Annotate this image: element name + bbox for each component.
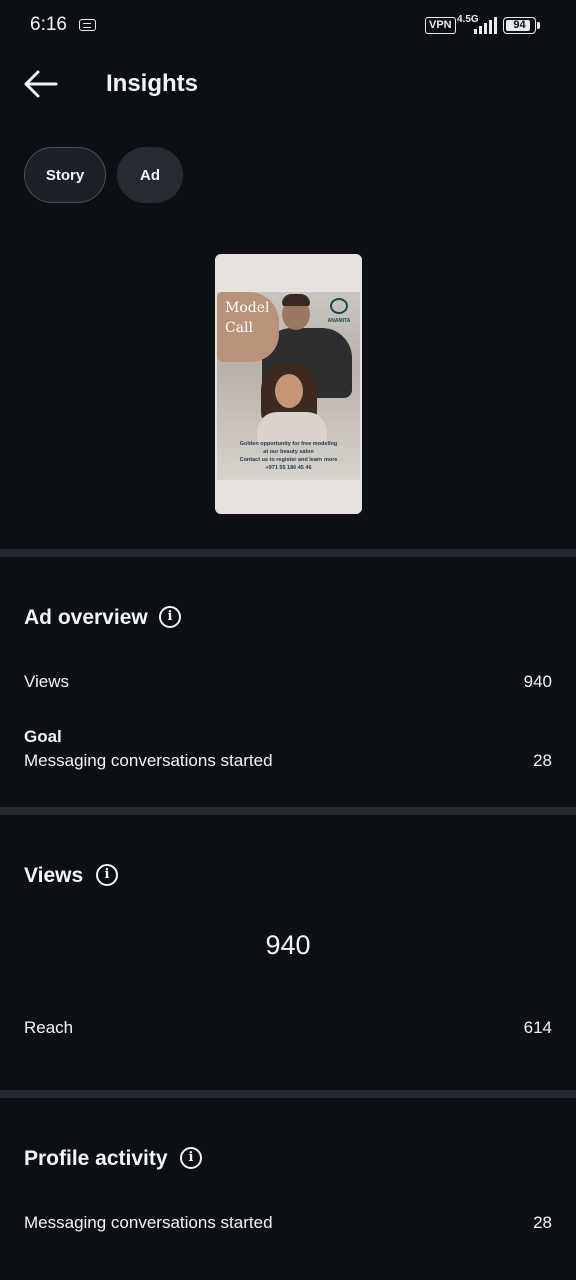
brand-logo-icon — [330, 298, 348, 314]
arrow-left-icon — [24, 70, 58, 98]
status-bar: 6:16 VPN 4.5G 94 — [0, 0, 576, 52]
back-button[interactable] — [16, 62, 64, 106]
section-title-profile-activity: Profile activity — [24, 1147, 168, 1170]
photo-figure — [257, 412, 327, 442]
ad-caption-line: Golden opportunity for free modeling — [239, 441, 338, 447]
tab-ad[interactable]: Ad — [117, 147, 183, 203]
tab-story[interactable]: Story — [24, 147, 106, 203]
messaging-conversations-value: 28 — [533, 1213, 552, 1232]
ad-preview-thumbnail[interactable]: Model Call ANAMITA Golden opportunity fo… — [215, 254, 362, 514]
battery-percent: 94 — [513, 19, 526, 31]
reach-value: 614 — [523, 1018, 552, 1037]
vpn-badge: VPN — [425, 17, 456, 34]
ad-caption: Golden opportunity for free modeling at … — [219, 440, 358, 472]
message-notification-icon — [79, 19, 96, 31]
views-value: 940 — [523, 672, 552, 691]
info-icon[interactable]: i — [96, 864, 118, 886]
section-divider — [0, 807, 576, 815]
ad-caption-line: +971 55 186 45 46 — [265, 465, 312, 471]
reach-label: Reach — [24, 1018, 74, 1037]
headline-shape: Model Call — [217, 292, 279, 362]
goal-metric-label: Messaging conversations started — [24, 751, 273, 770]
views-total: 940 — [265, 930, 311, 960]
page-title: Insights — [106, 70, 199, 97]
info-icon[interactable]: i — [180, 1147, 202, 1169]
battery-icon: 94 — [503, 17, 536, 34]
photo-figure — [275, 374, 303, 408]
ad-caption-line: Contact us to register and learn more — [239, 457, 338, 463]
app-bar: Insights — [0, 52, 576, 116]
views-label: Views — [24, 672, 70, 691]
section-title-views: Views — [24, 864, 84, 887]
section-divider — [0, 549, 576, 557]
battery-tip — [537, 22, 540, 29]
goal-label: Goal — [24, 727, 62, 746]
brand-name: ANAMITA — [327, 318, 351, 324]
info-icon[interactable]: i — [159, 606, 181, 628]
messaging-conversations-label: Messaging conversations started — [24, 1213, 273, 1232]
ad-headline: Model Call — [225, 300, 270, 336]
section-title-ad-overview: Ad overview — [24, 606, 148, 629]
ad-caption-line: at our beauty salon — [263, 449, 314, 455]
goal-metric-value: 28 — [533, 751, 552, 770]
status-time: 6:16 — [30, 14, 67, 35]
section-divider — [0, 1090, 576, 1098]
photo-figure — [282, 294, 310, 306]
signal-strength-icon — [474, 17, 497, 34]
